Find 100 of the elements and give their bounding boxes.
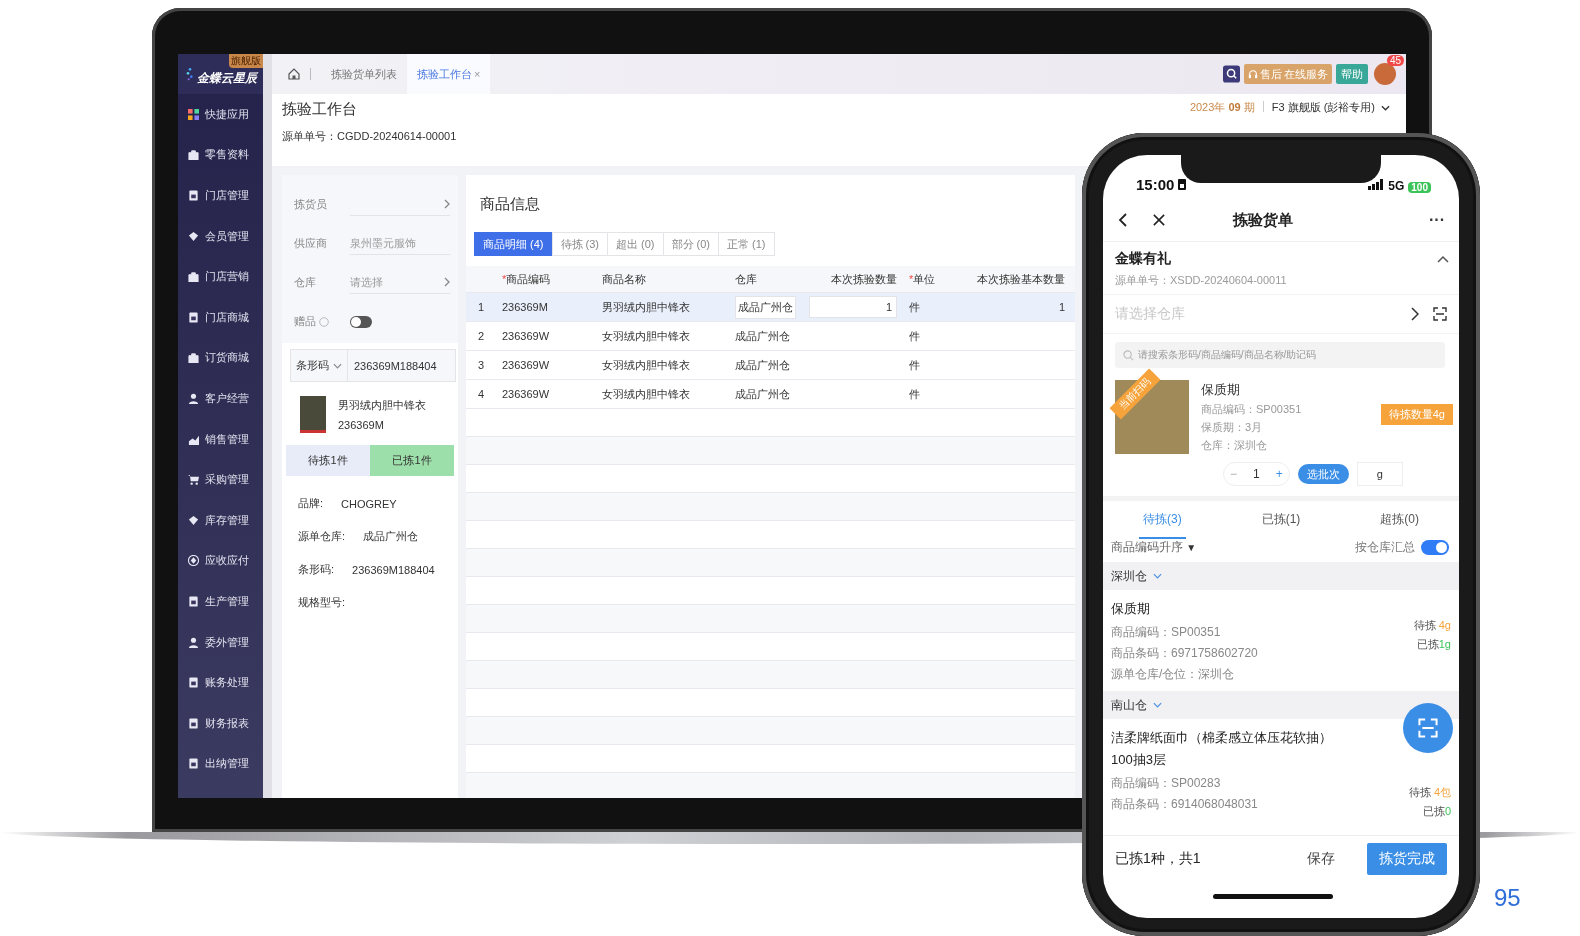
sidebar-item[interactable]: 门店商城 [178, 296, 263, 338]
filter-tab[interactable]: 超出 (0) [607, 232, 664, 256]
picked-count: 已拣1g [1416, 637, 1451, 652]
filter-tab[interactable]: 待拣 (3) [551, 232, 608, 256]
item-detail: 源单仓库/仓位：深圳仓 [1111, 666, 1236, 684]
detail-value: 236369M188404 [352, 563, 435, 576]
count-tab[interactable]: 已拣1件 [370, 445, 454, 476]
list-tab[interactable]: 超拣(0) [1376, 501, 1423, 539]
toggle-switch[interactable] [350, 315, 372, 328]
field-label: 赠品 [294, 314, 316, 329]
sidebar-item[interactable]: 财务报表 [178, 702, 263, 744]
table-row[interactable]: 1 236369M 男羽绒内胆中锋衣 成品广州仓 1 件 1 [466, 293, 1075, 322]
sidebar-item[interactable]: 应收应付 [178, 540, 263, 582]
item-detail: 商品编码：SP00283 [1111, 775, 1222, 793]
diamond-icon [188, 230, 199, 242]
pending-quantity-badge: 待拣数量4g [1380, 403, 1453, 425]
page-tab[interactable]: 拣验货单列表 [321, 54, 407, 94]
table-row[interactable]: 3 236369W 女羽绒内胆中锋衣 成品广州仓 件 [466, 351, 1075, 380]
count-tab[interactable]: 待拣1件 [286, 445, 370, 476]
sidebar-item[interactable]: 库存管理 [178, 499, 263, 541]
sidebar-item[interactable]: 生产管理 [178, 581, 263, 622]
table-cell-text: 件 [908, 357, 921, 373]
home-icon[interactable] [288, 68, 300, 80]
product-name: 男羽绒内胆中锋衣 [338, 398, 426, 413]
sim-card-icon [1178, 179, 1187, 190]
avatar[interactable] [1374, 63, 1396, 85]
filter-tab[interactable]: 正常 (1) [718, 232, 775, 256]
toggle-switch[interactable] [1421, 540, 1449, 555]
edition-badge: 旗舰版 [229, 54, 263, 68]
scrollbar[interactable] [263, 54, 272, 798]
document-icon [188, 677, 199, 689]
back-icon[interactable] [1117, 213, 1129, 227]
sort-select[interactable]: 商品编码升序 ▼ [1111, 539, 1197, 556]
sidebar-item[interactable]: 零售资料 [178, 134, 263, 176]
list-tab[interactable]: 待拣(3) [1139, 501, 1186, 539]
filter-tab[interactable]: 部分 (0) [662, 232, 719, 256]
barcode-input[interactable]: 条形码 236369M188404 [290, 349, 456, 382]
item-detail: 商品条码：6971758602720 [1111, 645, 1259, 663]
notification-badge: 45 [1386, 55, 1404, 66]
sidebar-item[interactable]: 订货商城 [178, 337, 263, 379]
item-detail: 商品条码：6914068048031 [1111, 796, 1259, 814]
sidebar-item[interactable]: 销售管理 [178, 418, 263, 460]
sidebar-item[interactable]: 采购管理 [178, 459, 263, 500]
scan-icon [1418, 718, 1438, 738]
unit-field[interactable]: g [1356, 462, 1403, 486]
source-order-number: 源单单号：XSDD-20240604-00011 [1115, 273, 1288, 288]
accounting-period: 2023年 09 期 [1189, 100, 1255, 115]
item-name: 保质期 [1111, 600, 1151, 618]
chevron-down-icon [333, 362, 342, 369]
page-tab[interactable]: 拣验工作台 × [407, 54, 491, 94]
sidebar-item[interactable]: 委外管理 [178, 621, 263, 663]
sidebar-item[interactable]: 客户经营 [178, 378, 263, 419]
sidebar-item[interactable]: 会员管理 [178, 215, 263, 257]
scan-mode-select[interactable]: 条形码 [291, 350, 348, 381]
document-icon [188, 758, 199, 770]
table-cell-text: 236369W [501, 388, 551, 400]
scan-button[interactable] [1403, 703, 1453, 753]
dots-logo-icon [186, 66, 194, 82]
product-name: 保质期 [1201, 381, 1241, 399]
item-detail: 商品编码：SP00351 [1111, 624, 1222, 642]
group-header[interactable]: 南山仓 [1103, 691, 1459, 720]
signal-icon [1368, 179, 1385, 190]
table-cell-text: 件 [908, 328, 921, 344]
table-cell-text: 件 [908, 386, 921, 402]
coin-icon [188, 555, 199, 567]
sidebar-item[interactable]: 出纳管理 [178, 743, 263, 785]
table-cell: 成品广州仓 [735, 387, 790, 400]
column-header: 本次拣验数量 [830, 271, 898, 287]
column-header: *单位 [908, 271, 937, 287]
more-button[interactable]: ··· [1429, 211, 1445, 229]
table-cell-text: 女羽绒内胆中锋衣 [601, 386, 691, 402]
group-header[interactable]: 深圳仓 [1103, 562, 1459, 590]
filter-tab[interactable]: 商品明细 (4) [474, 232, 553, 256]
warehouse-name: 南山仓 [1111, 696, 1147, 714]
quantity-field[interactable]: 1 [809, 296, 897, 318]
grid-icon [188, 108, 199, 120]
picked-summary: 已拣1种，共1 [1115, 850, 1202, 868]
sidebar-item[interactable]: 门店营销 [178, 256, 263, 297]
table-cell: 成品广州仓 [735, 358, 790, 371]
product-name: 金蝶云星辰 [197, 69, 257, 87]
sidebar-item[interactable]: 快捷应用 [178, 94, 263, 135]
bag-icon [188, 271, 199, 283]
service-label: 售后 [1260, 66, 1282, 82]
list-tab[interactable]: 已拣(1) [1257, 501, 1305, 539]
scan-icon[interactable] [1433, 307, 1447, 321]
column-header: 仓库 [734, 271, 758, 287]
close-icon[interactable] [1153, 213, 1165, 227]
search-button[interactable] [1223, 65, 1240, 83]
table-cell-text: 男羽绒内胆中锋衣 [601, 299, 691, 315]
sidebar-item[interactable]: 门店管理 [178, 175, 263, 216]
detail-label: 品牌: [298, 496, 324, 511]
edition-dropdown[interactable]: F3 旗舰版 (彭裕专用) [1271, 100, 1390, 115]
source-order-number: 源单单号：CGDD-20240614-00001 [282, 129, 457, 144]
section-title: 商品信息 [479, 195, 541, 214]
person-icon [188, 392, 199, 404]
chevron-up-icon[interactable] [1437, 255, 1449, 263]
table-row[interactable]: 2 236369W 女羽绒内胆中锋衣 成品广州仓 件 [466, 322, 1075, 351]
table-cell: 1 [1058, 301, 1065, 313]
sidebar-item[interactable]: 账务处理 [178, 662, 263, 703]
chevron-right-icon [444, 277, 450, 287]
